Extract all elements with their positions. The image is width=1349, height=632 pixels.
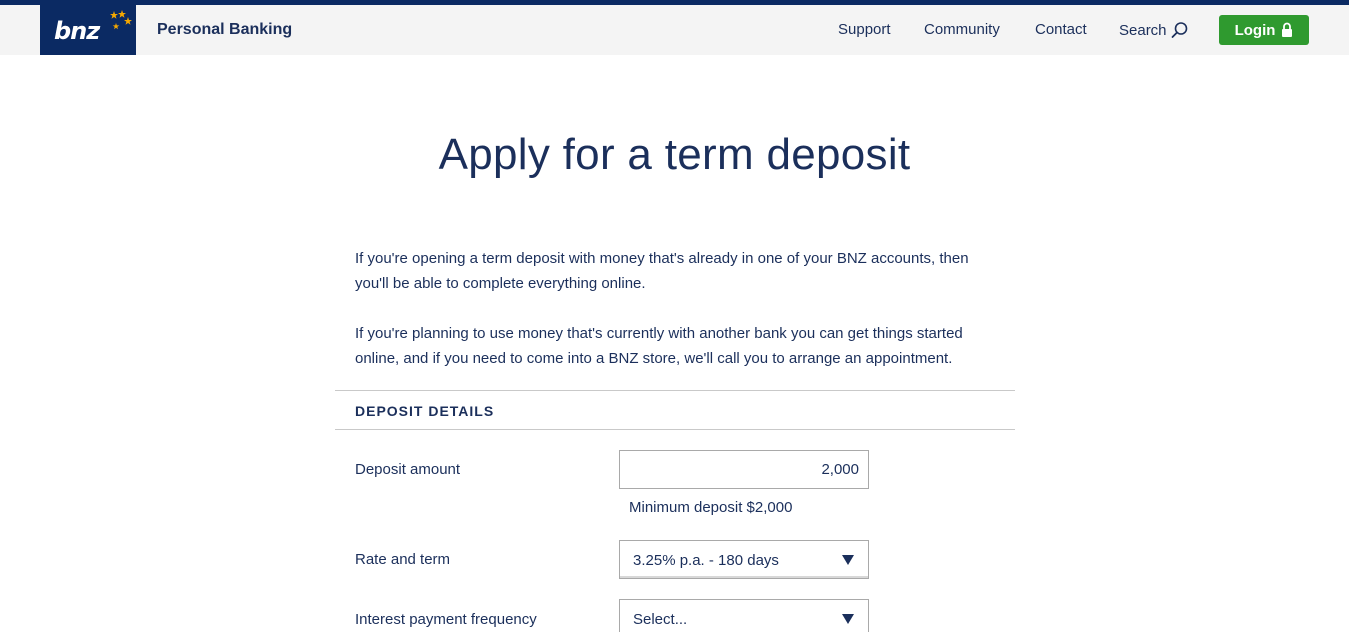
login-button[interactable]: Login	[1219, 15, 1309, 45]
star-icon	[110, 10, 132, 30]
interest-payment-frequency-value: Select...	[633, 611, 688, 628]
lock-icon	[1282, 22, 1293, 37]
bnz-logo[interactable]: bnz	[40, 5, 136, 55]
section-divider-bottom	[335, 429, 1015, 430]
nav-community[interactable]: Community	[924, 21, 1000, 38]
minimum-deposit-hint: Minimum deposit $2,000	[629, 499, 793, 516]
interest-payment-frequency-select[interactable]: Select...	[619, 599, 869, 632]
deposit-details-heading: DEPOSIT DETAILS	[355, 403, 495, 419]
search-icon	[1171, 22, 1187, 38]
intro-paragraph-other-bank: If you're planning to use money that's c…	[355, 325, 963, 367]
nav-search-label: Search	[1119, 21, 1167, 39]
dropdown-arrow-icon	[842, 555, 854, 565]
deposit-amount-label: Deposit amount	[355, 461, 461, 478]
deposit-amount-input[interactable]	[619, 450, 869, 489]
nav-contact[interactable]: Contact	[1035, 21, 1087, 38]
intro-paragraph-online: If you're opening a term deposit with mo…	[355, 250, 969, 292]
login-label: Login	[1234, 21, 1276, 39]
nav-search[interactable]: Search	[1119, 21, 1189, 39]
page-title: Apply for a term deposit	[438, 130, 911, 179]
nav-support[interactable]: Support	[838, 21, 891, 38]
dropdown-arrow-icon	[842, 614, 854, 624]
rate-and-term-select[interactable]: 3.25% p.a. - 180 days	[619, 540, 869, 579]
rate-and-term-value: 3.25% p.a. - 180 days	[633, 552, 779, 569]
rate-and-term-label: Rate and term	[355, 551, 451, 568]
section-divider-top	[335, 390, 1015, 391]
site-header: bnz Personal Banking Support Community C…	[0, 5, 1349, 55]
logo-text: bnz	[54, 17, 100, 45]
interest-payment-frequency-label: Interest payment frequency	[355, 611, 537, 628]
personal-banking-title[interactable]: Personal Banking	[157, 21, 292, 39]
